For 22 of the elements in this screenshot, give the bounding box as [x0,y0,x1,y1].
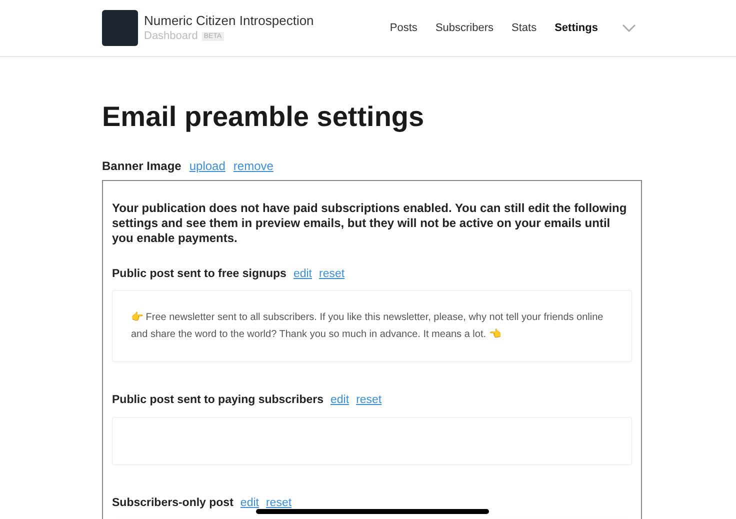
section-label: Subscribers-only post [112,496,234,510]
section-label: Public post sent to free signups [112,267,286,282]
section-label: Public post sent to paying subscribers [112,393,324,408]
section-action-link[interactable]: reset [356,392,382,410]
banner-image-label: Banner Image [102,158,182,175]
section-action-link[interactable]: edit [240,494,259,512]
section-action-link[interactable]: reset [266,494,292,512]
payments-notice: Your publication does not have paid subscriptions enabled. You can still edit the following settings and see them in preview emails, but they will not be active on your emails until you enable payments. [112,201,628,246]
nav-tab[interactable]: Subscribers [435,20,494,36]
section-action-link[interactable]: edit [330,392,350,410]
chevron-down-icon[interactable] [622,24,636,32]
section-action-link[interactable]: edit [293,266,312,284]
banner-action-link[interactable]: remove [233,157,274,175]
nav-tab[interactable]: Posts [390,20,418,36]
page-title: Email preamble settings [102,100,426,134]
nav-tab[interactable]: Settings [554,20,598,36]
banner-action-link[interactable]: upload [189,157,226,175]
preamble-text: 👉 Free newsletter sent to all subscribers. If you like this newsletter, please, why not tell your friends online and share the word to the world? Thank you so much in advance. It means a lot. 👈 [131,310,604,342]
publication-name[interactable]: Numeric Citizen Introspection [144,13,314,29]
dashboard-label: Dashboard [144,29,198,43]
section-action-link[interactable]: reset [318,266,345,284]
nav-tab[interactable]: Stats [512,20,537,36]
